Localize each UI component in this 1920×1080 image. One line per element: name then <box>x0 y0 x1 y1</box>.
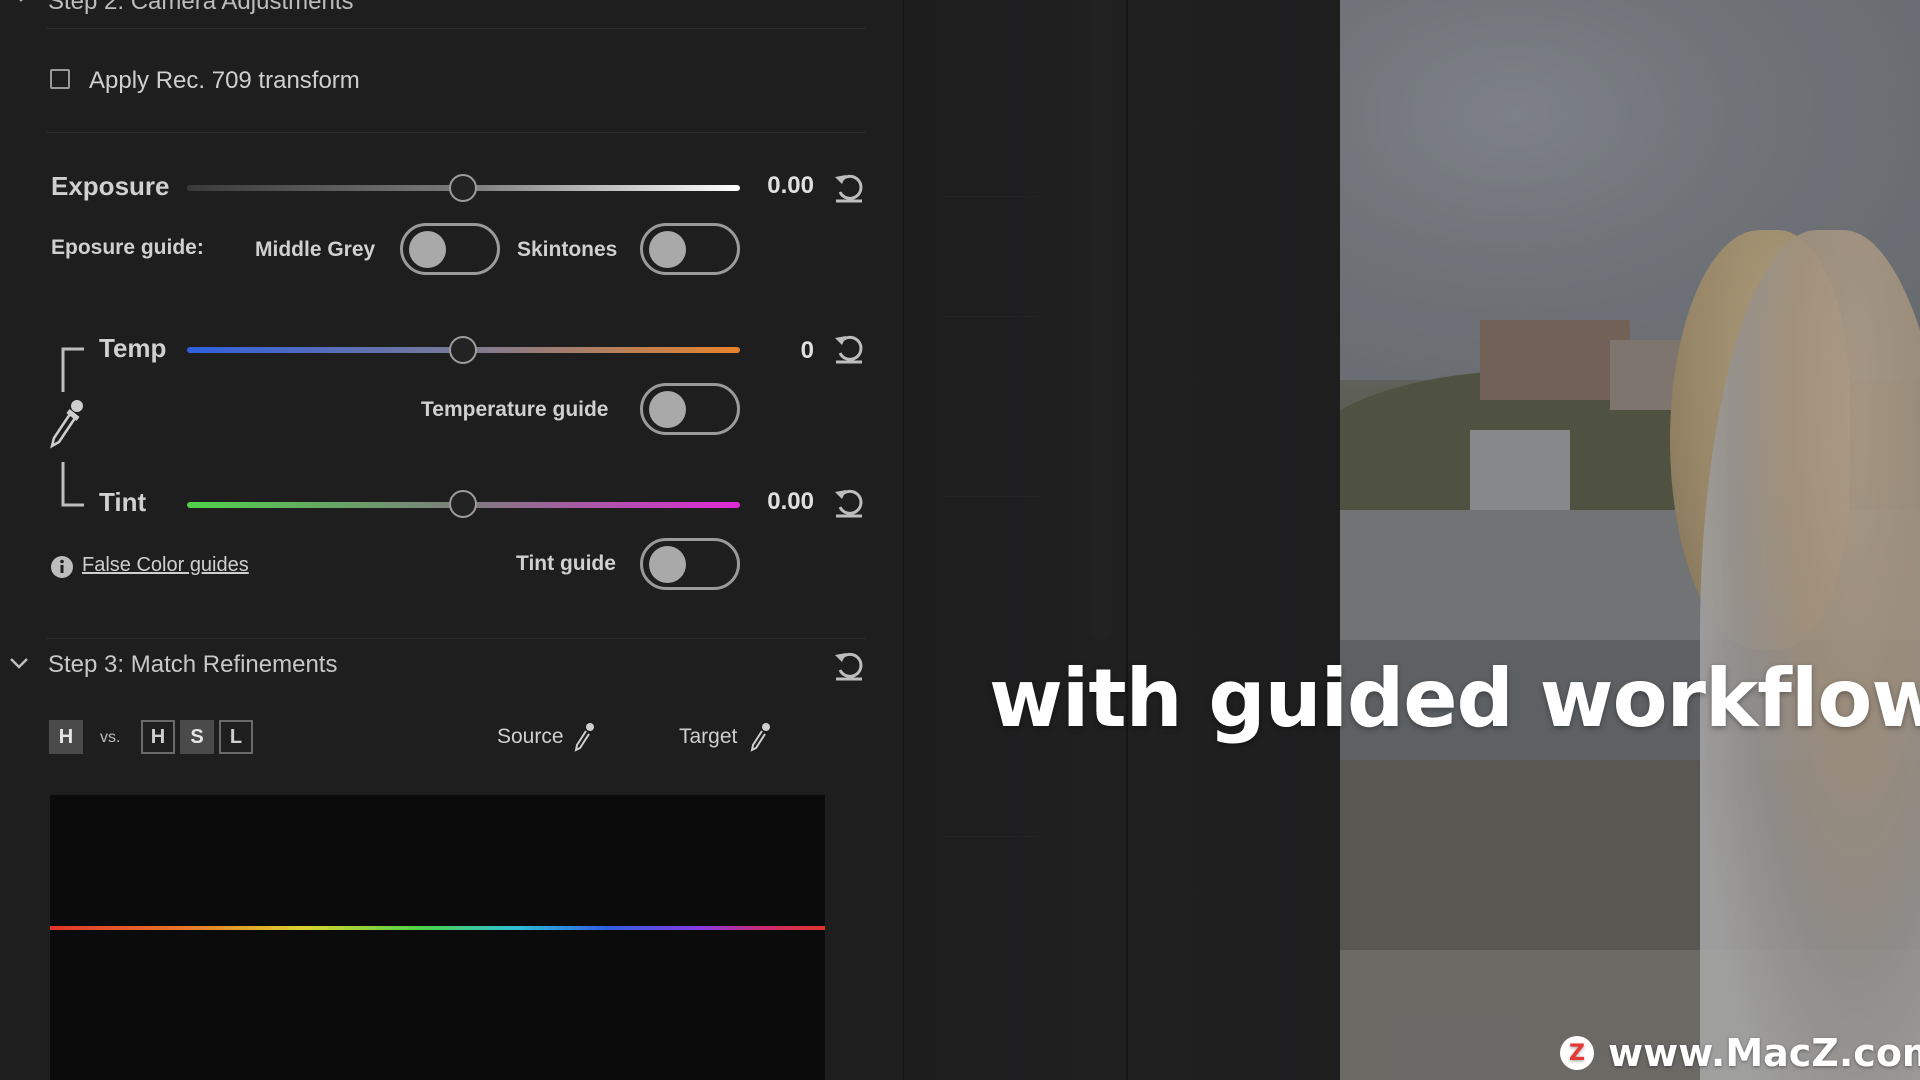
white-balance-eyedropper-icon[interactable] <box>48 398 84 455</box>
temperature-guide-label: Temperature guide <box>421 398 609 421</box>
step2-title[interactable]: Step 2: Camera Adjustments <box>48 0 353 16</box>
temperature-guide-toggle-knob <box>649 391 686 428</box>
vs-label: vs. <box>100 729 121 746</box>
false-color-guides-link[interactable]: False Color guides <box>82 554 249 577</box>
tint-label: Tint <box>99 487 147 517</box>
exposure-value[interactable]: 0.00 <box>740 172 814 200</box>
photo-dim-overlay <box>1340 0 1920 1080</box>
step2-chevron-icon[interactable] <box>10 0 32 9</box>
hue-curve-graph[interactable] <box>50 795 825 1080</box>
skintones-label: Skintones <box>517 238 618 261</box>
watermark-logo-icon: Z <box>1560 1036 1594 1070</box>
skintones-toggle[interactable] <box>640 223 740 275</box>
middle-grey-label: Middle Grey <box>255 238 376 261</box>
rec709-divider <box>46 132 866 133</box>
watermark-text: www.MacZ.com <box>1608 1031 1920 1075</box>
exposure-label: Exposure <box>51 171 170 201</box>
row-line <box>944 496 1044 497</box>
row-line <box>944 836 1044 837</box>
tint-reset-icon[interactable] <box>832 485 866 519</box>
exposure-slider-thumb[interactable] <box>449 174 477 202</box>
source-eyedropper-icon[interactable] <box>573 722 595 757</box>
info-icon <box>50 555 74 584</box>
chip-h[interactable]: H <box>141 720 175 754</box>
chip-l[interactable]: L <box>219 720 253 754</box>
caption-overlay: with guided workflow <box>989 652 1920 745</box>
primary-channel-chip[interactable]: H <box>49 720 83 754</box>
chip-s[interactable]: S <box>180 720 214 754</box>
rec709-checkbox[interactable] <box>50 69 70 89</box>
hue-spectrum-line <box>50 926 825 930</box>
rec709-label: Apply Rec. 709 transform <box>89 67 360 94</box>
step3-chevron-icon[interactable] <box>8 655 30 676</box>
skintones-toggle-knob <box>649 231 686 268</box>
step3-title[interactable]: Step 3: Match Refinements <box>48 651 337 679</box>
temp-value[interactable]: 0 <box>740 337 814 365</box>
row-line <box>944 196 1044 197</box>
row-line <box>944 316 1044 317</box>
target-eyedropper-icon[interactable] <box>749 722 771 757</box>
tint-guide-toggle[interactable] <box>640 538 740 590</box>
tint-value[interactable]: 0.00 <box>740 488 814 516</box>
exposure-reset-icon[interactable] <box>832 170 866 204</box>
exposure-guide-label: Eposure guide: <box>51 236 204 259</box>
column-divider <box>1126 0 1128 1080</box>
temp-reset-icon[interactable] <box>832 331 866 365</box>
middle-grey-toggle-knob <box>409 231 446 268</box>
middle-column <box>904 0 1340 1080</box>
temperature-guide-toggle[interactable] <box>640 383 740 435</box>
middle-grey-toggle[interactable] <box>400 223 500 275</box>
temp-label: Temp <box>99 333 167 363</box>
step2-divider <box>46 28 866 29</box>
step3-divider <box>46 638 866 639</box>
tint-slider-thumb[interactable] <box>449 490 477 518</box>
temp-slider-thumb[interactable] <box>449 336 477 364</box>
tint-guide-toggle-knob <box>649 546 686 583</box>
step3-reset-icon[interactable] <box>832 648 866 682</box>
tint-guide-label: Tint guide <box>516 552 616 575</box>
target-label[interactable]: Target <box>679 725 737 749</box>
scrollbar[interactable] <box>1090 0 1112 640</box>
source-label[interactable]: Source <box>497 725 564 749</box>
video-preview <box>1340 0 1920 1080</box>
adjustments-panel: Step 2: Camera Adjustments Apply Rec. 70… <box>0 0 904 1080</box>
watermark: Z www.MacZ.com <box>1560 1031 1920 1075</box>
